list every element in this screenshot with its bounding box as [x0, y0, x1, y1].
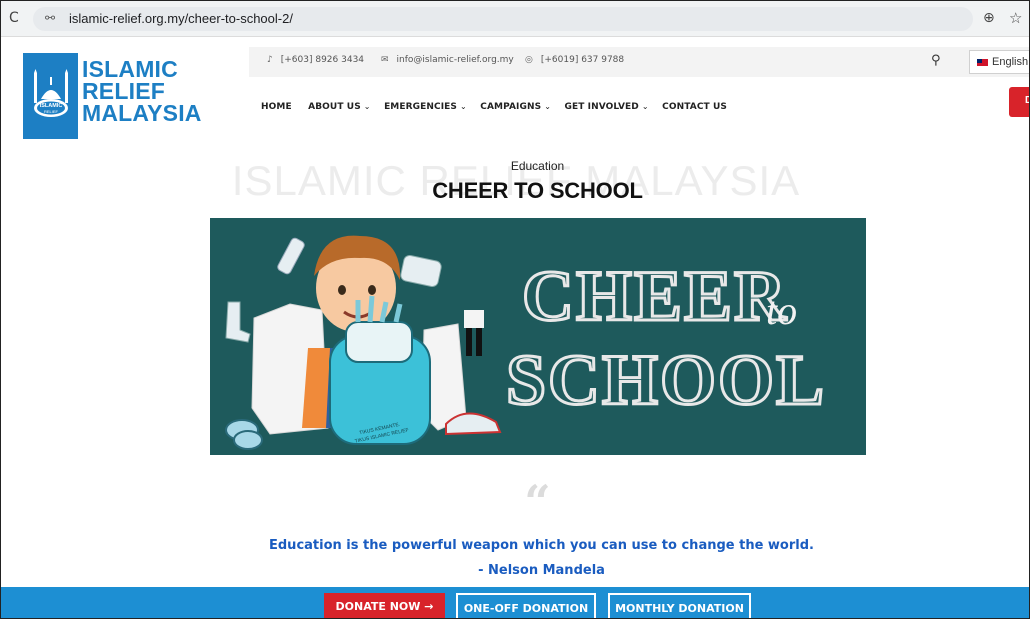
- browser-window: C ⚯ islamic-relief.org.my/cheer-to-schoo…: [0, 0, 1030, 619]
- chevron-down-icon: ⌄: [544, 102, 551, 111]
- whatsapp-number: [+6019] 637 9788: [540, 55, 625, 65]
- donate-bar: DONATE NOW → ONE-OFF DONATION MONTHLY DO…: [1, 587, 1029, 618]
- url-text[interactable]: islamic-relief.org.my/cheer-to-school-2/: [69, 11, 293, 26]
- nav-campaigns[interactable]: CAMPAIGNS ⌄: [480, 102, 551, 112]
- nav-emergencies-label: EMERGENCIES: [384, 102, 457, 112]
- nav-home[interactable]: HOME: [261, 102, 295, 112]
- main-navigation: HOME ABOUT US ⌄ EMERGENCIES ⌄ CAMPAIGNS ⌄ G…: [261, 96, 739, 112]
- quote-mark-icon: “: [524, 475, 551, 529]
- mosque-icon: ISLAMIC RELIEF: [34, 69, 68, 117]
- quote-author: - Nelson Mandela: [478, 563, 605, 578]
- nav-get-involved-label: GET INVOLVED: [564, 102, 639, 112]
- banner-illustration: TIKUS KEMANTE. TIKUS ISLAMIC RELIEF CHEE…: [225, 235, 826, 450]
- banner-word-cheer: CHEER: [522, 256, 788, 336]
- contact-strip: ♪ [+603] 8926 3434 ✉ info@islamic-relief.o…: [249, 47, 1029, 77]
- email-address: info@islamic-relief.org.my: [396, 55, 514, 65]
- campaign-banner: TIKUS KEMANTE. TIKUS ISLAMIC RELIEF CHEE…: [210, 218, 866, 455]
- language-selector[interactable]: English: [969, 50, 1029, 74]
- reload-icon[interactable]: C: [9, 10, 25, 26]
- whatsapp-icon: ◎: [525, 55, 533, 65]
- chevron-down-icon: ⌄: [641, 102, 649, 111]
- one-off-donation-button[interactable]: ONE-OFF DONATION: [456, 593, 596, 618]
- whatsapp-contact[interactable]: ◎ [+6019] 637 9788: [525, 55, 624, 65]
- banner-word-to: to: [766, 288, 797, 333]
- donate-header-button[interactable]: D: [1009, 87, 1029, 117]
- logo-badge-text-2: RELIEF: [44, 109, 59, 114]
- language-label: English: [992, 56, 1029, 68]
- phone-number: [+603] 8926 3434: [280, 55, 365, 65]
- address-bar[interactable]: ⚯ islamic-relief.org.my/cheer-to-school-…: [33, 7, 973, 31]
- page-category: Education: [510, 159, 565, 173]
- chevron-down-icon: ⌄: [460, 102, 467, 111]
- donate-now-button[interactable]: DONATE NOW →: [324, 593, 445, 618]
- quote-text: Education is the powerful weapon which y…: [269, 538, 814, 553]
- phone-contact[interactable]: ♪ [+603] 8926 3434: [267, 55, 364, 65]
- site-info-icon[interactable]: ⚯: [45, 11, 55, 25]
- email-icon: ✉: [381, 55, 389, 65]
- search-icon[interactable]: ⚲: [931, 53, 941, 68]
- nav-get-involved[interactable]: GET INVOLVED ⌄: [564, 102, 648, 112]
- nav-contact-us-label: CONTACT US: [662, 102, 728, 112]
- nav-contact-us[interactable]: CONTACT US: [662, 102, 730, 112]
- uk-flag-icon: [977, 58, 988, 66]
- banner-word-school: SCHOOL: [506, 340, 826, 420]
- nav-about-us[interactable]: ABOUT US ⌄: [308, 102, 370, 112]
- logo-wordmark: ISLAMIC RELIEF MALAYSIA: [82, 58, 202, 126]
- browser-toolbar: C ⚯ islamic-relief.org.my/cheer-to-schoo…: [1, 1, 1029, 37]
- nav-campaigns-label: CAMPAIGNS: [480, 102, 542, 112]
- page-title: CHEER TO SCHOOL: [432, 178, 643, 203]
- phone-icon: ♪: [267, 55, 273, 65]
- bookmark-star-icon[interactable]: ☆: [1009, 9, 1022, 27]
- nav-emergencies[interactable]: EMERGENCIES ⌄: [384, 102, 467, 112]
- logo-badge: ISLAMIC RELIEF: [23, 53, 78, 139]
- nav-about-us-label: ABOUT US: [308, 102, 361, 112]
- page-content: ISLAMIC RELIEF MALAYSIA Education CHEER …: [1, 147, 1029, 587]
- email-contact[interactable]: ✉ info@islamic-relief.org.my: [381, 55, 514, 65]
- chevron-down-icon: ⌄: [363, 102, 371, 111]
- site-header: ISLAMIC RELIEF ISLAMIC RELIEF MALAYSIA ♪…: [1, 38, 1029, 147]
- zoom-icon[interactable]: ⊕: [983, 10, 995, 26]
- monthly-donation-button[interactable]: MONTHLY DONATION: [608, 593, 751, 618]
- site-logo[interactable]: ISLAMIC RELIEF ISLAMIC RELIEF MALAYSIA: [23, 53, 201, 139]
- logo-line-3: MALAYSIA: [82, 100, 202, 126]
- nav-home-label: HOME: [261, 102, 292, 112]
